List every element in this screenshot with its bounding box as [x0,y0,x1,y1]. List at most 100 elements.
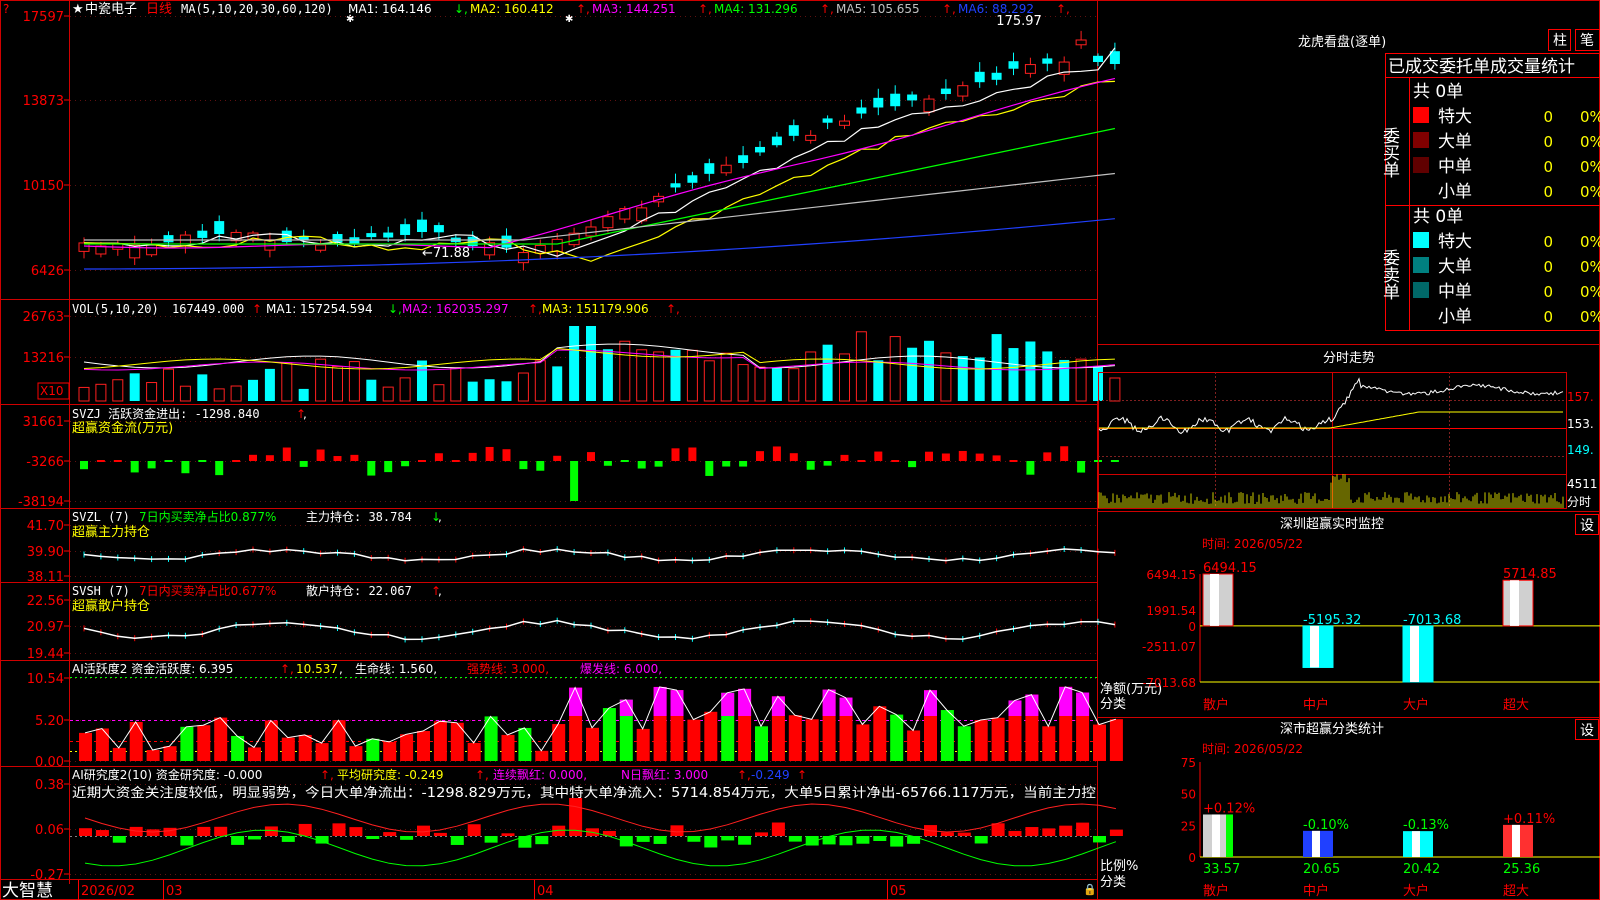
ai2-line [84,803,1116,833]
szc-bottom-label: 20.65 [1303,862,1340,877]
ai1-bar [400,734,414,761]
szm-bar [1402,625,1434,683]
vol-bar [754,366,766,402]
candle-down [400,224,411,235]
szm-y-tick: 1991.54 [1146,604,1196,618]
kline-candles[interactable]: 175.97 ←71.88 [78,14,1120,271]
stock-chart-canvas[interactable]: ? ★ 中瓷电子 日线 MA(5,10,20,30,60,120) MA1: 1… [0,0,1600,900]
period-label[interactable]: 日线 [146,2,172,17]
ai2-bar [873,836,887,842]
ai2-bar [332,823,346,836]
svzl-ratio: 7日内买卖净占比0.877% [139,509,276,524]
flow-bar [164,460,173,462]
ai2-bar [248,836,261,840]
ai2-bar [940,832,954,836]
svzj-bars[interactable] [80,446,1119,501]
ai2-bar [991,823,1005,836]
ai2-bar [366,836,380,840]
vol-bar [957,356,968,401]
ai2-bar [467,824,481,836]
ai2-last: -0.249 [751,768,790,782]
ai2-bar [400,836,414,840]
szm-bar [1302,625,1334,668]
ai2-bars[interactable] [70,798,1123,867]
svsh-line[interactable] [83,617,1116,643]
svzl-tail: , [438,510,442,524]
ai1-v5: 爆发线: 6.000, [580,661,662,676]
ai1-bar-top [924,690,937,716]
ai1-bar [95,728,109,761]
ai2-bar [281,836,295,842]
flow-bar [925,451,933,461]
order-count: 0 [1543,308,1553,326]
flag-mark: ✱ [346,14,354,25]
ai2-bar [670,825,684,836]
svzl-header: SVZL (7) 7日内买卖净占比0.877% 主力持仓: 38.784 ↓ ,… [72,509,442,540]
vol-bars[interactable] [78,326,1121,402]
ai2-bar [450,836,464,845]
ai2-bar [653,836,667,844]
ai1-bar [383,741,397,761]
ai2-bar [771,822,785,836]
ai1-bar [1109,719,1123,761]
y-tick: 13216 [23,351,64,366]
szc-bottom-label: 25.36 [1503,862,1540,877]
intraday-tag: 分时 [1567,495,1591,509]
candle-up [315,244,327,251]
y-tick: 41.70 [27,519,64,534]
ai1-bar-top [721,692,735,716]
order-type: 大单 [1438,257,1472,277]
ai1-bar-top [738,688,752,716]
vol-bar [467,381,478,401]
flow-bar [1026,461,1035,475]
flow-bar [299,461,308,467]
candle-down [1093,55,1103,62]
flow-bar [1060,446,1069,461]
ai1-comma: , [339,662,343,676]
ai2-bar [687,836,701,842]
intraday-lines[interactable] [1098,377,1564,508]
ai2-bar [214,826,228,836]
sz-monitor-chart[interactable]: 6494.15 1991.54 0 -2511.07 -7013.68 6494.15 散户… [1142,561,1600,713]
high-label: 175.97 [996,14,1042,29]
stock-name[interactable]: 中瓷电子 [85,2,137,17]
flow-bar [418,460,426,462]
ma-legend-arrow: ↑, [1056,2,1070,16]
order-pct: 0% [1580,283,1600,301]
ai1-bar-top [653,686,667,716]
lock-icon[interactable]: 🔒 [1083,883,1097,896]
ai1-bar [856,724,870,761]
ai1-bar-top [839,697,853,716]
ai1-bar-top [1025,694,1039,716]
szm-y-tick: -2511.07 [1142,640,1196,654]
order-type: 中单 [1438,157,1472,177]
ai2-bar [298,823,312,836]
intraday-panel: 分时走势 157. 153. 149. 4511 分时 [1098,350,1598,509]
ai2-bar [721,836,735,841]
vol-legend-arrow: ↓, [388,302,402,316]
flow-bar [80,461,88,470]
candle-down [417,219,427,233]
y-tick: 5.20 [35,714,64,729]
candle-down [738,155,749,163]
szc-cat: 散户 [1203,883,1229,899]
sz-class-chart[interactable]: 75 50 25 0 +0.12% 33.57 散户 -0.10% 20.65 中户 -0.13% 2… [1181,756,1600,899]
tick-button-label: 笔 [1580,33,1594,49]
col-button-label: 柱 [1553,33,1567,49]
buy-total: 共 0单 [1413,82,1463,102]
svzl-line[interactable] [83,545,1116,564]
ai2-bar [890,836,904,847]
flow-bar [384,461,393,473]
ai1-bars[interactable] [70,677,1123,762]
ai2-bar [1008,830,1022,836]
ai1-bar [755,726,768,761]
flow-bar [722,461,731,467]
sz-class-settings-label: 设 [1580,723,1594,739]
flow-bar [249,454,257,461]
order-count: 0 [1543,158,1553,176]
ma-legend-arrow: ↑, [820,2,834,16]
vol-bar [586,326,596,401]
ai1-bar-top [822,689,836,716]
sz-monitor-panel: 深圳超赢实时监控 设 时间: 2026/05/22 6494.15 1991.54… [1100,514,1600,713]
intraday-title: 分时走势 [1323,350,1375,366]
